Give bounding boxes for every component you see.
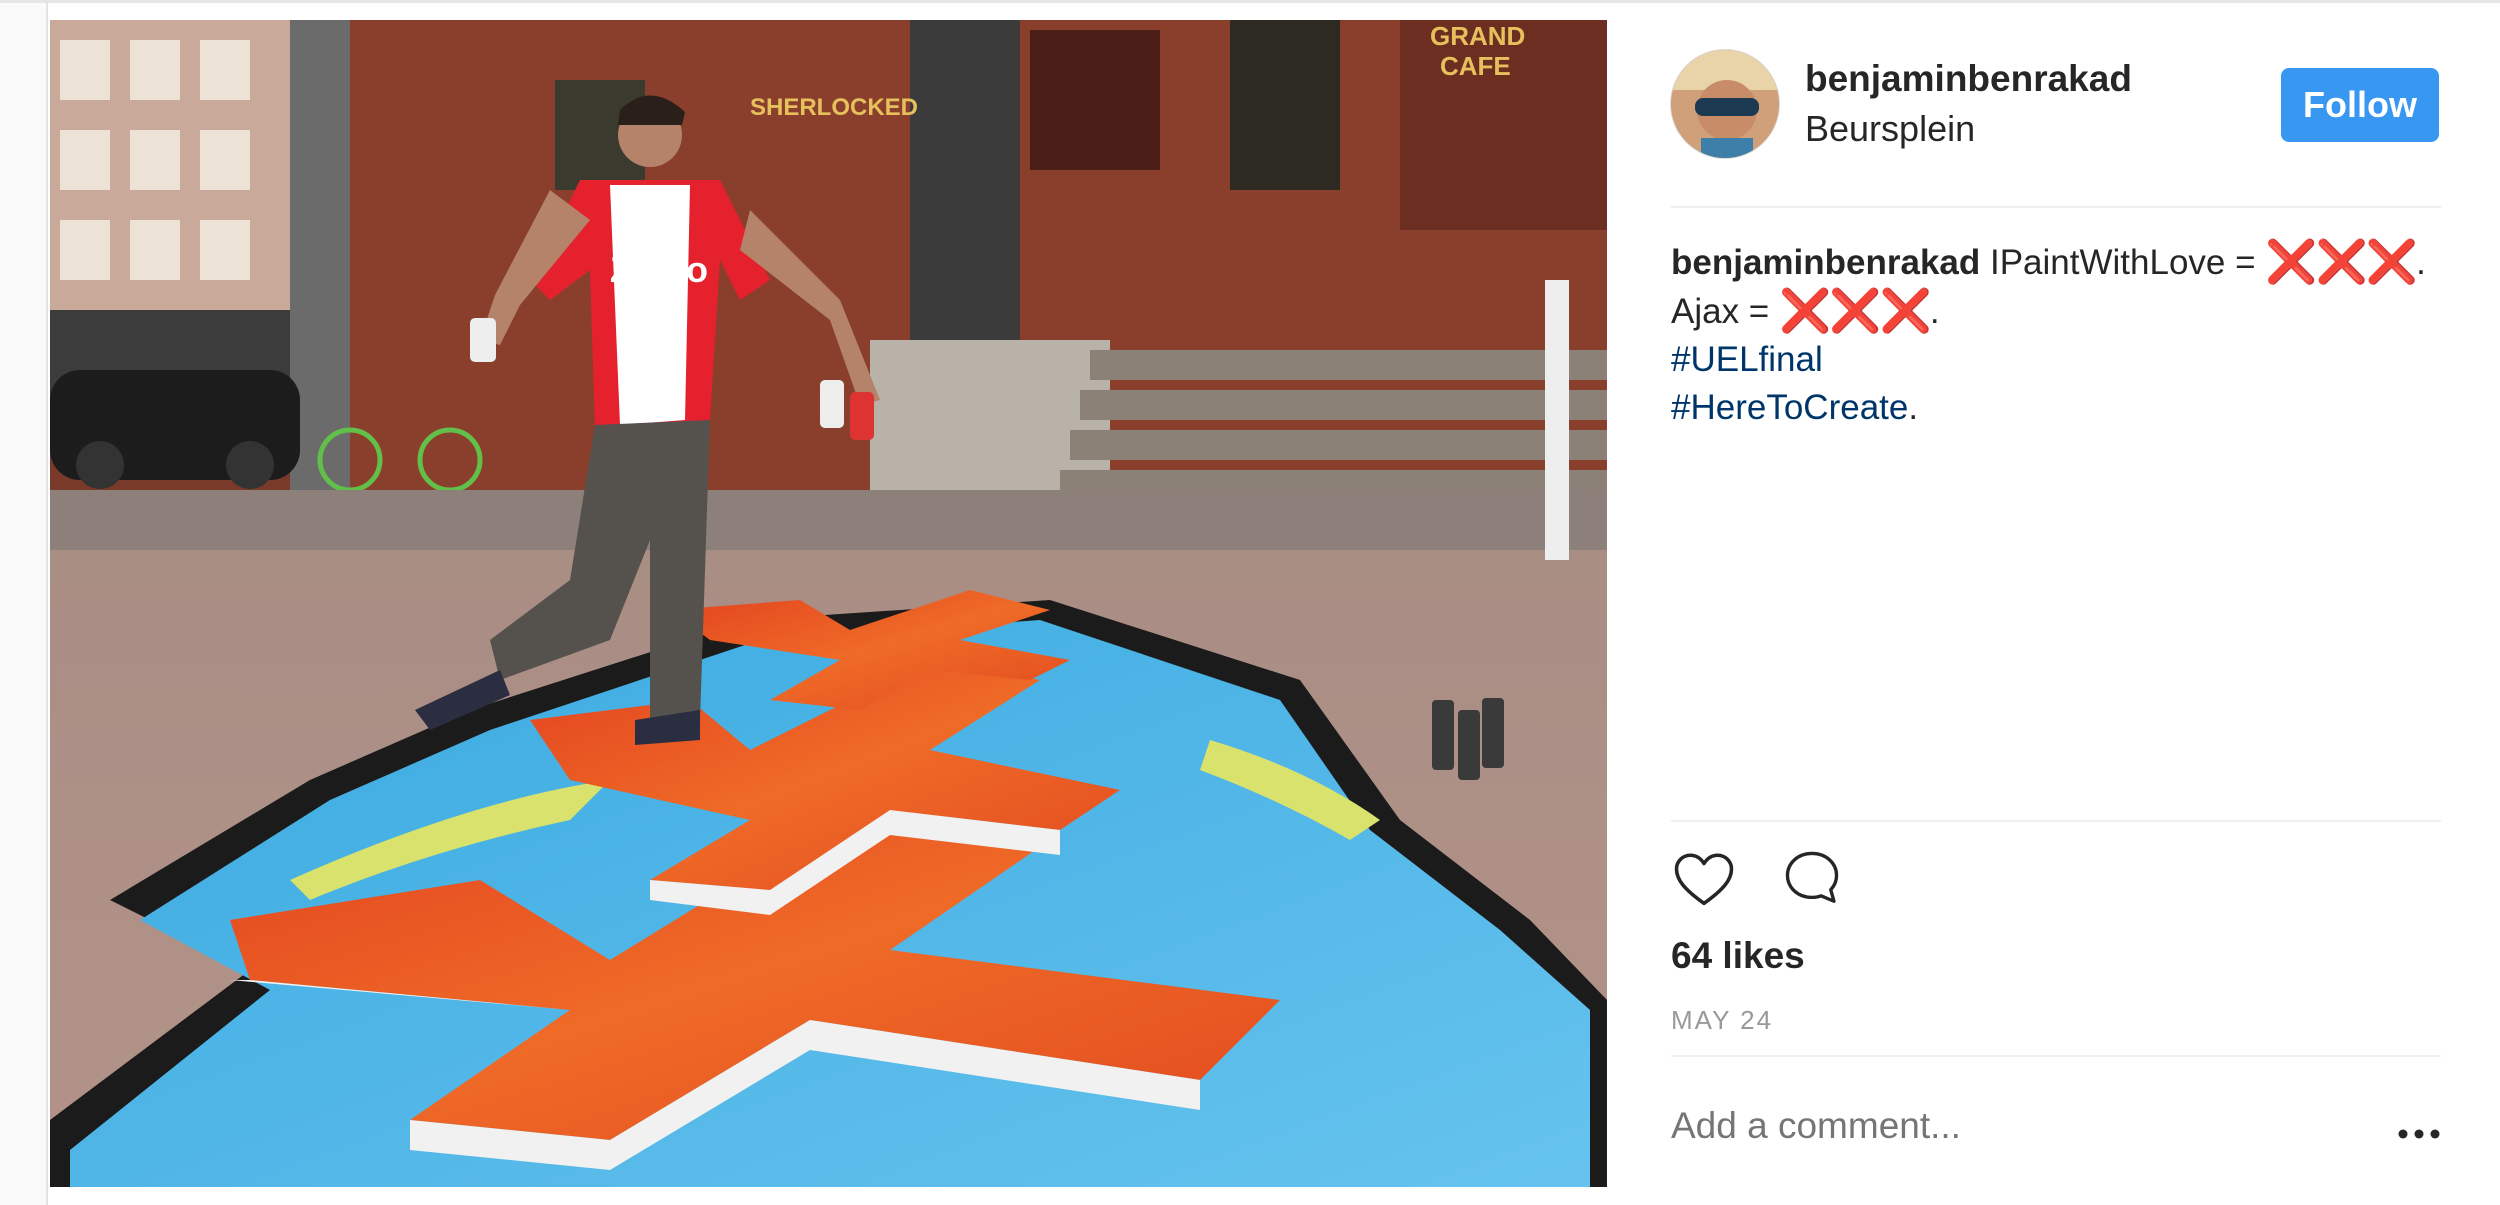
- caption-username[interactable]: benjaminbenrakad: [1671, 243, 1980, 282]
- caption-line-2: Ajax = ❌❌❌.: [1671, 287, 2441, 336]
- caption-line-1: benjaminbenrakad IPaintWithLove = ❌❌❌.: [1671, 238, 2441, 287]
- caption-text-2: Ajax =: [1671, 292, 1779, 331]
- caption-period-1: .: [2416, 243, 2426, 282]
- header-divider: [1671, 206, 2441, 208]
- follow-button[interactable]: Follow: [2281, 68, 2439, 142]
- hashtag-heretocreate[interactable]: #HereToCreate: [1671, 388, 1908, 427]
- caption-period-3: .: [1908, 388, 1919, 427]
- cross-emoji-2: ❌❌❌: [1778, 287, 1932, 334]
- post-date[interactable]: MAY 24: [1671, 1005, 1773, 1036]
- comment-divider: [1671, 1055, 2441, 1057]
- shirt-sponsor: Ziggo: [610, 249, 708, 290]
- actions-divider: [1671, 820, 2441, 822]
- street-art-photo: SHERLOCKED GRAND CAFE Ziggo: [50, 20, 1607, 1187]
- post-location[interactable]: Beursplein: [1805, 108, 1975, 150]
- avatar[interactable]: [1671, 50, 1779, 158]
- post-caption: benjaminbenrakad IPaintWithLove = ❌❌❌. A…: [1671, 238, 2441, 432]
- avatar-image: [1671, 50, 1779, 158]
- speech-bubble-icon[interactable]: [1781, 847, 1851, 917]
- ellipsis-icon[interactable]: [2397, 1124, 2441, 1144]
- caption-line-3: #UELfinal: [1671, 336, 2441, 384]
- cross-emoji-1: ❌❌❌: [2265, 238, 2418, 285]
- caption-line-4: #HereToCreate.: [1671, 384, 2441, 432]
- post-sidebar: benjaminbenrakad Beursplein Follow benja…: [1671, 0, 2441, 1205]
- caption-text-1: IPaintWithLove =: [1980, 243, 2266, 282]
- sign-grand: GRAND: [1430, 21, 1525, 51]
- likes-count[interactable]: 64 likes: [1671, 935, 1805, 977]
- post-photo[interactable]: SHERLOCKED GRAND CAFE Ziggo: [50, 20, 1607, 1187]
- heart-outline-icon[interactable]: [1671, 847, 1741, 917]
- caption-period-2: .: [1929, 292, 1940, 331]
- sign-sherlocked: SHERLOCKED: [750, 94, 918, 121]
- hashtag-uelfinal[interactable]: #UELfinal: [1671, 340, 1823, 379]
- comment-input[interactable]: [1671, 1105, 2331, 1147]
- post-username[interactable]: benjaminbenrakad: [1805, 58, 2132, 100]
- sign-cafe: CAFE: [1440, 51, 1511, 81]
